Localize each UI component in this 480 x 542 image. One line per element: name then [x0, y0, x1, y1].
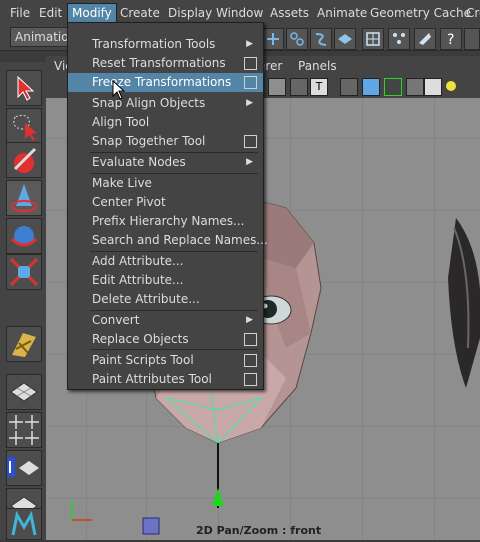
- menu-file[interactable]: File: [6, 4, 34, 22]
- toolbar-overflow-icon[interactable]: [464, 28, 480, 50]
- select-tool-icon[interactable]: [6, 70, 42, 106]
- menu-item-paint-scripts-tool[interactable]: Paint Scripts Tool: [68, 351, 263, 370]
- snap-curve-icon[interactable]: [286, 28, 308, 50]
- menu-item-convert[interactable]: Convert ▶: [68, 311, 263, 330]
- menu-edit[interactable]: Edit: [35, 4, 66, 22]
- menu-assets[interactable]: Assets: [266, 4, 313, 22]
- submenu-arrow-icon: ▶: [246, 39, 253, 49]
- move-tool-icon[interactable]: [6, 180, 42, 216]
- menu-item-center-pivot[interactable]: Center Pivot: [68, 193, 263, 212]
- tool-box: [0, 62, 47, 540]
- smooth-shade-icon[interactable]: [290, 78, 308, 96]
- svg-text:?: ?: [447, 32, 454, 48]
- submenu-arrow-icon: ▶: [246, 157, 253, 167]
- menu-item-prefix-hierarchy-names[interactable]: Prefix Hierarchy Names...: [68, 212, 263, 231]
- menu-item-reset-transformations[interactable]: Reset Transformations: [68, 54, 263, 73]
- xray-icon[interactable]: [340, 78, 358, 96]
- lasso-tool-icon[interactable]: [6, 108, 42, 144]
- menu-create-truncated[interactable]: Cre: [462, 4, 480, 22]
- option-box-icon[interactable]: [244, 333, 257, 346]
- menu-create[interactable]: Create: [116, 4, 164, 22]
- menu-item-make-live[interactable]: Make Live: [68, 174, 263, 193]
- viewport-camera-label: 2D Pan/Zoom : front: [196, 524, 322, 537]
- light-icon[interactable]: [446, 81, 456, 91]
- option-box-icon[interactable]: [244, 135, 257, 148]
- scale-tool-icon[interactable]: [6, 254, 42, 290]
- checker-icon[interactable]: [424, 78, 442, 96]
- menu-item-freeze-transformations[interactable]: Freeze Transformations: [68, 73, 263, 92]
- menu-item-edit-attribute[interactable]: Edit Attribute...: [68, 271, 263, 290]
- menu-item-evaluate-nodes[interactable]: Evaluate Nodes ▶: [68, 153, 263, 172]
- maya-logo-icon: [6, 508, 42, 540]
- modify-menu: Transformation Tools ▶ Reset Transformati…: [67, 22, 268, 390]
- submenu-arrow-icon: ▶: [246, 315, 253, 325]
- submenu-arrow-icon: ▶: [246, 98, 253, 108]
- snap-point-icon[interactable]: [310, 28, 332, 50]
- render-icon[interactable]: [388, 28, 410, 50]
- paint-select-tool-icon[interactable]: [6, 142, 42, 178]
- menu-item-snap-together-tool[interactable]: Snap Together Tool: [68, 132, 263, 151]
- menu-window[interactable]: Window: [212, 4, 267, 22]
- mouse-cursor-icon: [112, 80, 126, 100]
- rotate-tool-icon[interactable]: [6, 218, 42, 254]
- viewport-menu-panels[interactable]: Panels: [298, 59, 337, 73]
- option-box-icon[interactable]: [244, 57, 257, 70]
- option-box-icon[interactable]: [244, 373, 257, 386]
- menu-display[interactable]: Display: [164, 4, 216, 22]
- show-manipulator-icon[interactable]: [6, 326, 42, 362]
- menu-item-transformation-tools[interactable]: Transformation Tools ▶: [68, 35, 263, 54]
- menu-item-snap-align-objects[interactable]: Snap Align Objects ▶: [68, 94, 263, 113]
- snap-grid-icon[interactable]: [262, 28, 284, 50]
- menu-modify[interactable]: Modify: [67, 3, 117, 23]
- shadows-icon[interactable]: [406, 78, 424, 96]
- isolate-select-icon[interactable]: [384, 78, 402, 96]
- menu-item-search-replace-names[interactable]: Search and Replace Names...: [68, 231, 268, 250]
- layout-graph-icon[interactable]: [6, 450, 42, 486]
- option-box-icon[interactable]: [244, 354, 257, 367]
- option-box-icon[interactable]: [244, 76, 257, 89]
- use-lights-icon[interactable]: [362, 78, 380, 96]
- menu-item-paint-attributes-tool[interactable]: Paint Attributes Tool: [68, 370, 263, 389]
- layout-single-icon[interactable]: [6, 374, 42, 410]
- help-icon[interactable]: ?: [440, 28, 462, 50]
- menu-item-add-attribute[interactable]: Add Attribute...: [68, 252, 263, 271]
- ipr-render-icon[interactable]: [414, 28, 436, 50]
- textured-icon[interactable]: T: [310, 78, 328, 96]
- snap-plane-icon[interactable]: [334, 28, 356, 50]
- menu-item-delete-attribute[interactable]: Delete Attribute...: [68, 290, 263, 309]
- menu-item-replace-objects[interactable]: Replace Objects: [68, 330, 263, 349]
- wireframe-icon[interactable]: [268, 78, 286, 96]
- menu-animate[interactable]: Animate: [313, 4, 371, 22]
- menu-geometry-cache[interactable]: Geometry Cache: [366, 4, 475, 22]
- snap-surface-icon[interactable]: [362, 28, 384, 50]
- menu-item-align-tool[interactable]: Align Tool: [68, 113, 263, 132]
- menu-separator: [90, 349, 258, 350]
- layout-four-icon[interactable]: [6, 412, 42, 448]
